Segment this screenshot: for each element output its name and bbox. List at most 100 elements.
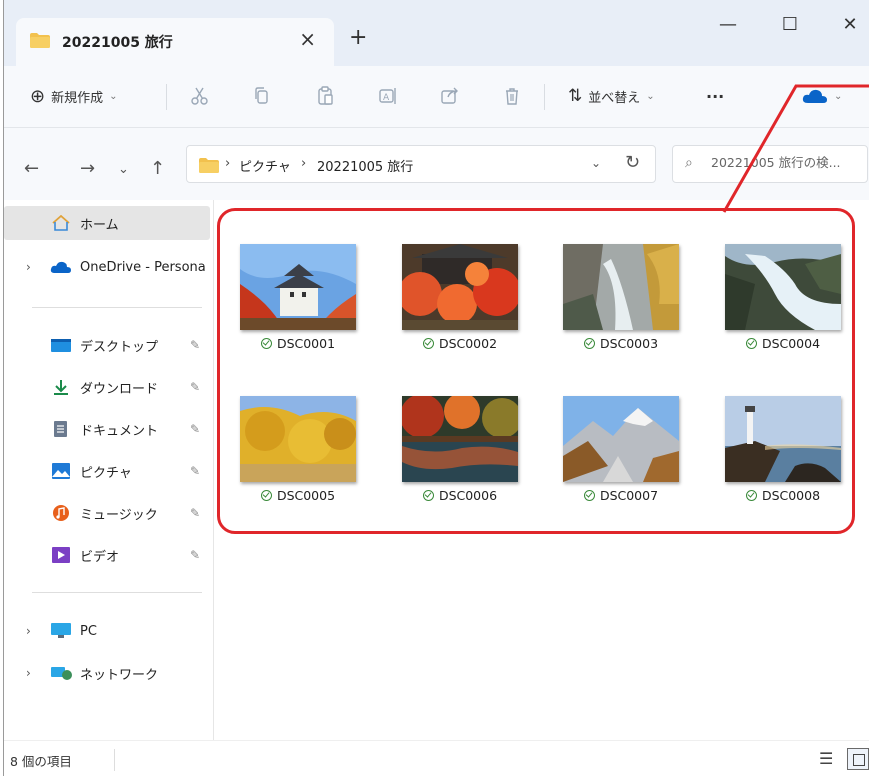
copy-button[interactable] xyxy=(252,83,272,109)
photo-thumbnail[interactable] xyxy=(563,396,679,482)
item-count: 8 個の項目 xyxy=(10,754,72,769)
file-list: DSC0001 DSC0002 DSC0003 DSC0004 DSC0005 … xyxy=(215,200,869,740)
minimize-button[interactable]: — xyxy=(708,14,748,44)
search-box[interactable]: ⌕ xyxy=(672,145,868,183)
address-dropdown-icon[interactable]: ⌄ xyxy=(591,156,601,170)
recent-locations-button[interactable]: ⌄ xyxy=(118,162,129,177)
pin-icon[interactable]: ✎ xyxy=(190,506,200,520)
paste-button[interactable] xyxy=(316,83,336,109)
photo-thumbnail[interactable] xyxy=(563,244,679,330)
network-icon xyxy=(51,667,72,680)
pin-icon[interactable]: ✎ xyxy=(190,338,200,352)
photo-lighthouse xyxy=(725,396,841,482)
sync-status-icon xyxy=(583,338,595,349)
toolbar-divider xyxy=(544,84,545,110)
sync-status-icon xyxy=(260,338,272,349)
pin-icon[interactable]: ✎ xyxy=(190,422,200,436)
file-item[interactable]: DSC0008 xyxy=(718,396,848,526)
photo-ginkgo xyxy=(240,396,356,482)
rename-button[interactable]: A xyxy=(378,83,398,109)
new-tab-button[interactable]: + xyxy=(349,25,367,50)
expand-icon[interactable]: › xyxy=(26,624,31,638)
chevron-down-icon: ⌄ xyxy=(109,90,118,102)
cut-button[interactable] xyxy=(190,83,210,109)
address-bar[interactable]: › ピクチャ › 20221005 旅行 ⌄ ↻ xyxy=(186,145,656,183)
copy-icon xyxy=(255,87,268,104)
onedrive-button[interactable]: ⌄ xyxy=(802,83,842,109)
sidebar-item-onedrive[interactable]: › OneDrive - Persona xyxy=(4,250,210,284)
tab-title: 20221005 旅行 xyxy=(62,35,173,51)
file-item[interactable]: DSC0007 xyxy=(556,396,686,526)
sidebar-item-label: ホーム xyxy=(80,217,119,233)
address-row: ← → ⌄ ↑ › ピクチャ › 20221005 旅行 ⌄ ↻ ⌕ xyxy=(4,128,869,200)
sidebar-item-downloads[interactable]: ダウンロード ✎ xyxy=(4,370,210,404)
photo-thumbnail[interactable] xyxy=(402,244,518,330)
sync-status-icon xyxy=(583,490,595,501)
file-name: DSC0007 xyxy=(599,488,659,503)
photo-thumbnail[interactable] xyxy=(725,244,841,330)
chevron-down-icon: ⌄ xyxy=(646,90,655,102)
file-name: DSC0005 xyxy=(276,488,336,503)
photo-pond xyxy=(402,396,518,482)
photo-thumbnail[interactable] xyxy=(402,396,518,482)
file-item[interactable]: DSC0002 xyxy=(395,244,525,374)
sidebar-item-documents[interactable]: ドキュメント ✎ xyxy=(4,412,210,446)
photo-gorge xyxy=(563,244,679,330)
paste-icon xyxy=(318,86,333,105)
photo-castle xyxy=(240,244,356,330)
pin-icon[interactable]: ✎ xyxy=(190,548,200,562)
file-item[interactable]: DSC0006 xyxy=(395,396,525,526)
sidebar-item-label: OneDrive - Persona xyxy=(80,259,206,275)
details-view-icon[interactable]: ☰ xyxy=(819,749,833,768)
desktop-icon xyxy=(51,339,71,352)
breadcrumb-pictures[interactable]: ピクチャ xyxy=(239,156,291,175)
breadcrumb-separator: › xyxy=(301,156,307,171)
photo-thumbnail[interactable] xyxy=(240,244,356,330)
file-name-caption: DSC0001 xyxy=(233,336,363,351)
close-tab-icon[interactable]: × xyxy=(299,27,316,51)
file-item[interactable]: DSC0005 xyxy=(233,396,363,526)
sort-button[interactable]: ⇅ 並べ替え ⌄ xyxy=(568,83,655,109)
refresh-icon[interactable]: ↻ xyxy=(625,152,640,173)
sidebar-item-network[interactable]: › ネットワーク xyxy=(4,656,210,690)
breadcrumb-current-folder[interactable]: 20221005 旅行 xyxy=(317,156,413,175)
share-button[interactable] xyxy=(440,83,460,109)
forward-button[interactable]: → xyxy=(80,158,95,179)
sidebar-item-label: PC xyxy=(80,623,97,639)
new-button[interactable]: ⊕ 新規作成 ⌄ xyxy=(30,83,118,109)
maximize-button[interactable]: ☐ xyxy=(770,14,810,44)
scissors-icon xyxy=(191,87,208,105)
sidebar-item-home[interactable]: ホーム xyxy=(4,206,210,240)
sidebar-item-desktop[interactable]: デスクトップ ✎ xyxy=(4,328,210,362)
sidebar-divider xyxy=(32,592,202,593)
delete-icon xyxy=(506,88,518,105)
sidebar-item-music[interactable]: ミュージック ✎ xyxy=(4,496,210,530)
expand-icon[interactable]: › xyxy=(26,666,31,680)
sidebar-item-pc[interactable]: › PC xyxy=(4,614,210,648)
sync-status-icon xyxy=(422,338,434,349)
file-name-caption: DSC0006 xyxy=(395,488,525,503)
file-name: DSC0003 xyxy=(599,336,659,351)
breadcrumb-separator: › xyxy=(225,156,231,171)
expand-icon[interactable]: › xyxy=(26,260,31,274)
close-window-button[interactable]: ✕ xyxy=(830,14,869,44)
tab-20221005[interactable]: 20221005 旅行 × xyxy=(16,18,334,66)
computer-icon xyxy=(51,623,71,638)
photo-thumbnail[interactable] xyxy=(725,396,841,482)
sidebar-item-label: ドキュメント xyxy=(80,423,159,439)
sidebar-item-label: ネットワーク xyxy=(80,667,159,683)
more-options-button[interactable]: ··· xyxy=(706,83,724,109)
photo-thumbnail[interactable] xyxy=(240,396,356,482)
sidebar-item-pictures[interactable]: ピクチャ ✎ xyxy=(4,454,210,488)
back-button[interactable]: ← xyxy=(24,158,39,179)
pin-icon[interactable]: ✎ xyxy=(190,464,200,478)
file-item[interactable]: DSC0003 xyxy=(556,244,686,374)
file-item[interactable]: DSC0004 xyxy=(718,244,848,374)
search-input[interactable] xyxy=(711,155,865,170)
pin-icon[interactable]: ✎ xyxy=(190,380,200,394)
large-icons-view-button[interactable] xyxy=(847,748,869,770)
up-button[interactable]: ↑ xyxy=(150,158,165,179)
file-item[interactable]: DSC0001 xyxy=(233,244,363,374)
delete-button[interactable] xyxy=(502,83,522,109)
sidebar-item-videos[interactable]: ビデオ ✎ xyxy=(4,538,210,572)
